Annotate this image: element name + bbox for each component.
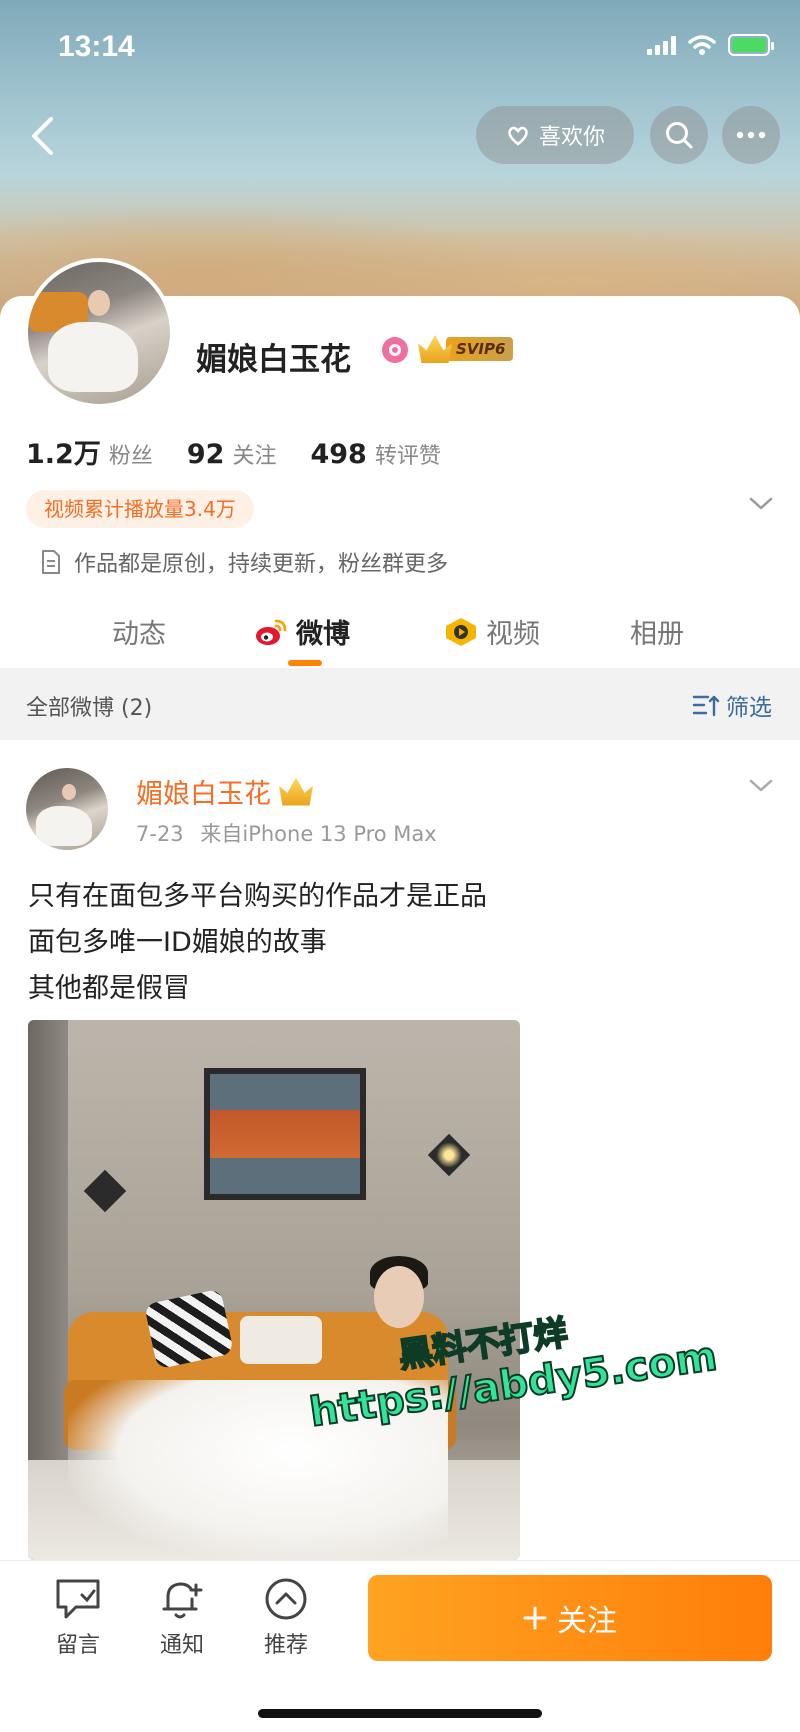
painting: [204, 1068, 366, 1200]
recommend-icon: [265, 1578, 307, 1620]
notify-button[interactable]: 通知: [142, 1577, 222, 1659]
chevron-left-icon: [32, 117, 53, 155]
bio-text: 作品都是原创，持续更新，粉丝群更多: [74, 552, 449, 577]
home-indicator: [258, 1709, 542, 1718]
like-you-button[interactable]: 喜欢你: [476, 106, 634, 164]
tab-weibo[interactable]: 微博: [254, 612, 350, 651]
svip-badge[interactable]: SVIP6: [418, 334, 514, 364]
svip-label: SVIP6: [446, 337, 514, 361]
post-meta: 7-23 来自iPhone 13 Pro Max: [136, 818, 447, 848]
post-menu-button[interactable]: [748, 778, 774, 798]
post-author[interactable]: 媚娘白玉花: [136, 772, 313, 811]
post-text[interactable]: 只有在面包多平台购买的作品才是正品 面包多唯一ID媚娘的故事 其他都是假冒: [28, 874, 487, 1012]
post-text-line: 面包多唯一ID媚娘的故事: [28, 927, 327, 958]
tab-weibo-label: 微博: [296, 619, 350, 650]
tab-album[interactable]: 相册: [630, 612, 684, 651]
post-avatar[interactable]: [26, 768, 108, 850]
chevron-down-icon: [749, 779, 773, 792]
filter-bar: 全部微博 (2) 筛选: [0, 668, 800, 740]
plus-icon: [523, 1606, 547, 1630]
hand-heart-icon: [508, 126, 528, 146]
follow-label: 关注: [557, 1604, 617, 1639]
stat-following-num: 92: [186, 439, 225, 470]
comment-label: 留言: [55, 1633, 100, 1658]
back-button[interactable]: [18, 112, 66, 160]
post-date: 7-23: [136, 822, 184, 846]
stat-followers-label: 粉丝: [108, 444, 153, 469]
tab-album-label: 相册: [630, 619, 684, 650]
post-image[interactable]: [28, 1020, 520, 1560]
post-author-name: 媚娘白玉花: [136, 779, 271, 810]
status-time: 13:14: [58, 30, 135, 63]
video-icon: [446, 617, 476, 646]
bell-plus-icon: [162, 1582, 203, 1619]
search-icon: [666, 122, 693, 149]
wifi-icon: [688, 35, 716, 55]
battery-icon: [728, 34, 774, 56]
post-source: 来自iPhone 13 Pro Max: [200, 822, 437, 846]
more-dots-icon: [736, 131, 766, 139]
tab-video-label: 视频: [486, 619, 540, 650]
weibo-icon: [256, 619, 287, 645]
profile-avatar[interactable]: [24, 258, 174, 408]
tab-dynamics-label: 动态: [112, 619, 166, 650]
bottom-action-bar: 留言 通知 推荐 关注: [0, 1560, 800, 1732]
filter-label: 筛选: [726, 695, 772, 721]
search-button[interactable]: [650, 106, 708, 164]
tab-video[interactable]: 视频: [444, 612, 540, 651]
video-views-tag[interactable]: 视频累计播放量3.4万: [26, 490, 254, 528]
recommend-label: 推荐: [263, 1633, 308, 1658]
message-icon: [56, 1579, 100, 1619]
document-icon: [42, 550, 60, 574]
stat-interactions-label: 转评赞: [374, 444, 441, 469]
more-button[interactable]: [722, 106, 780, 164]
like-you-label: 喜欢你: [538, 125, 605, 150]
stat-following[interactable]: 92 关注: [187, 438, 277, 470]
signal-icon: [647, 35, 676, 55]
profile-bio: 作品都是原创，持续更新，粉丝群更多: [40, 546, 448, 578]
notify-label: 通知: [159, 1633, 204, 1658]
chevron-down-icon: [749, 497, 773, 510]
tab-dynamics[interactable]: 动态: [112, 612, 166, 651]
filter-button[interactable]: 筛选: [692, 688, 772, 722]
top-nav: 喜欢你: [0, 104, 800, 168]
verified-badge-icon[interactable]: [382, 337, 408, 363]
status-bar: 13:14: [0, 0, 800, 90]
active-tab-indicator: [288, 660, 322, 666]
stat-interactions: 498 转评赞: [310, 438, 440, 470]
filter-icon: [692, 695, 720, 717]
comment-button[interactable]: 留言: [38, 1577, 118, 1659]
stat-interactions-num: 498: [310, 439, 367, 470]
follow-button[interactable]: 关注: [368, 1575, 772, 1661]
profile-tabs: 动态 微博 视频 相册: [0, 604, 800, 668]
profile-stats: 1.2万 粉丝 92 关注 498 转评赞: [26, 432, 475, 471]
all-posts-label: 全部微博 (2): [26, 696, 153, 721]
expand-profile-button[interactable]: [748, 496, 774, 516]
post-text-line: 只有在面包多平台购买的作品才是正品: [28, 881, 487, 912]
profile-name: 媚娘白玉花: [196, 342, 351, 378]
post-text-line: 其他都是假冒: [28, 973, 190, 1004]
stat-followers[interactable]: 1.2万 粉丝: [26, 432, 153, 471]
stat-followers-num: 1.2万: [26, 439, 101, 470]
crown-icon: [279, 777, 313, 806]
status-icons: [647, 34, 774, 56]
recommend-button[interactable]: 推荐: [246, 1577, 326, 1659]
stat-following-label: 关注: [232, 444, 277, 469]
